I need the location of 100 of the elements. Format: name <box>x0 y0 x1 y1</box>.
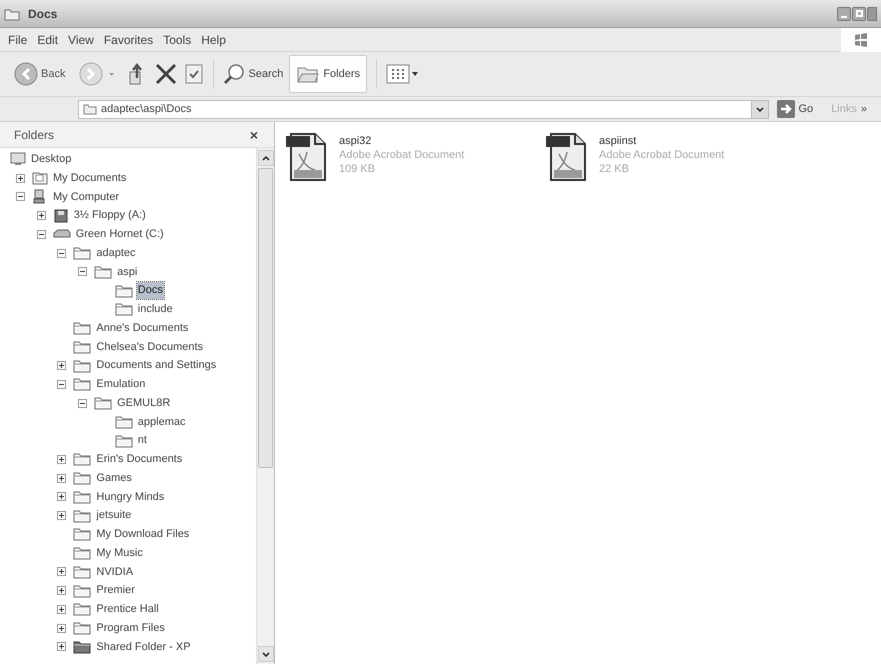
scroll-down-button[interactable] <box>258 646 274 662</box>
floppy-drive-icon <box>52 208 69 223</box>
scroll-up-button[interactable] <box>258 150 274 166</box>
expand-icon[interactable] <box>36 211 46 220</box>
collapse-icon[interactable] <box>16 192 25 202</box>
tree-item[interactable]: nt <box>136 432 148 449</box>
menu-item[interactable]: Favorites <box>100 30 158 48</box>
tree-item[interactable]: 3½ Floppy (A:) <box>72 207 147 224</box>
window-title: Docs <box>28 6 58 22</box>
folder-icon <box>73 621 92 636</box>
tree-item[interactable]: Shared Folder - XP <box>95 638 192 656</box>
menu-item[interactable]: Tools <box>159 30 196 48</box>
file-size: 109 KB <box>339 162 376 176</box>
file-name[interactable]: aspi32 <box>339 134 464 148</box>
folder-icon <box>94 264 112 279</box>
folder-icon <box>114 414 133 429</box>
folder-icon <box>73 471 92 486</box>
tree-item[interactable]: Docs <box>136 282 164 299</box>
menu-item[interactable]: Help <box>197 30 230 48</box>
file-name[interactable]: aspiinst <box>599 134 724 148</box>
caret-down-icon <box>756 106 764 112</box>
folder-icon <box>73 377 92 392</box>
expand-icon[interactable] <box>57 642 66 652</box>
go-button[interactable]: Go <box>776 100 814 118</box>
tree-item[interactable]: Chelsea's Documents <box>95 338 204 356</box>
menu-item[interactable]: View <box>64 30 98 48</box>
address-field[interactable]: adaptec\aspi\Docs <box>78 100 768 118</box>
menu-item[interactable]: File <box>4 30 32 48</box>
tree-item[interactable]: Hungry Minds <box>95 488 166 506</box>
tree-item[interactable]: Prentice Hall <box>95 601 160 618</box>
folder-icon <box>4 6 20 20</box>
folder-icon <box>73 602 92 616</box>
folder-icon <box>73 452 92 466</box>
chevron-button[interactable]: » <box>860 100 867 118</box>
close-button[interactable]: × <box>250 128 258 142</box>
collapse-icon[interactable] <box>57 248 66 258</box>
tree-item[interactable]: GEMUL8R <box>116 394 172 412</box>
tree-item[interactable]: jetsuite <box>95 507 132 524</box>
scrollbar[interactable] <box>256 148 274 664</box>
expand-icon[interactable] <box>57 454 66 464</box>
folder-icon <box>73 546 92 560</box>
collapse-icon[interactable] <box>78 267 88 276</box>
tree-item[interactable]: NVIDIA <box>95 564 134 580</box>
flag-icon <box>854 32 868 46</box>
minimize-button[interactable] <box>837 6 851 20</box>
expand-icon[interactable] <box>57 604 66 614</box>
expand-icon[interactable] <box>57 511 66 520</box>
expand-icon[interactable] <box>57 624 66 633</box>
back-button[interactable]: Back <box>14 62 66 86</box>
folder-icon <box>73 527 92 542</box>
folder-icon <box>73 321 92 336</box>
shared-folder-icon <box>73 640 92 654</box>
caret-down-icon <box>262 652 270 656</box>
expand-icon[interactable] <box>16 174 25 183</box>
menu-item[interactable]: Edit <box>33 30 62 48</box>
file-size: 22 KB <box>599 162 630 176</box>
tree-item[interactable]: Games <box>95 470 133 486</box>
tree-item[interactable]: Program Files <box>95 620 166 636</box>
tree-item[interactable]: My Download Files <box>95 526 190 543</box>
search-icon <box>223 63 246 85</box>
tree-item[interactable]: Emulation <box>95 376 146 393</box>
expand-icon[interactable] <box>57 474 66 483</box>
tree-item[interactable]: adaptec <box>95 244 137 262</box>
properties-icon[interactable] <box>184 63 204 85</box>
tree-item[interactable]: Documents and Settings <box>95 357 218 374</box>
expand-icon[interactable] <box>57 361 66 370</box>
folder-icon <box>73 490 92 504</box>
caret-up-icon <box>262 156 270 160</box>
folder-icon <box>73 584 92 598</box>
tree-item[interactable]: Desktop <box>30 151 72 168</box>
tree-item[interactable]: My Documents <box>52 170 128 186</box>
caret-down-icon <box>412 72 418 76</box>
folder-icon <box>114 284 133 298</box>
expand-icon[interactable] <box>57 492 66 502</box>
tree-item[interactable]: include <box>136 301 174 318</box>
folder-icon <box>114 434 133 448</box>
views-button[interactable] <box>386 64 418 84</box>
delete-icon[interactable] <box>154 62 178 86</box>
documents-folder-icon <box>32 171 48 186</box>
arrow-right-icon <box>776 100 794 118</box>
tree-item[interactable]: Anne's Documents <box>95 320 190 336</box>
dropdown-button[interactable] <box>750 100 768 118</box>
collapse-icon[interactable] <box>36 230 46 239</box>
tree-item[interactable]: Erin's Documents <box>95 451 184 468</box>
search-button[interactable]: Search <box>223 63 284 85</box>
collapse-icon[interactable] <box>57 380 66 389</box>
tree-item[interactable]: Premier <box>95 582 136 599</box>
file-type: Adobe Acrobat Document <box>599 148 724 162</box>
tree-item[interactable]: My Computer <box>52 188 120 206</box>
scroll-thumb[interactable] <box>258 168 273 468</box>
tree-item[interactable]: aspi <box>116 264 138 280</box>
expand-icon[interactable] <box>57 586 66 596</box>
maximize-button[interactable] <box>852 6 866 20</box>
tree-item[interactable]: applemac <box>136 414 186 430</box>
tree-item[interactable]: Green Hornet (C:) <box>74 226 165 243</box>
file-type: Adobe Acrobat Document <box>339 148 464 162</box>
collapse-icon[interactable] <box>78 398 88 408</box>
tree-item[interactable]: My Music <box>95 544 144 562</box>
folders-button[interactable]: Folders <box>289 55 368 93</box>
expand-icon[interactable] <box>57 567 66 576</box>
